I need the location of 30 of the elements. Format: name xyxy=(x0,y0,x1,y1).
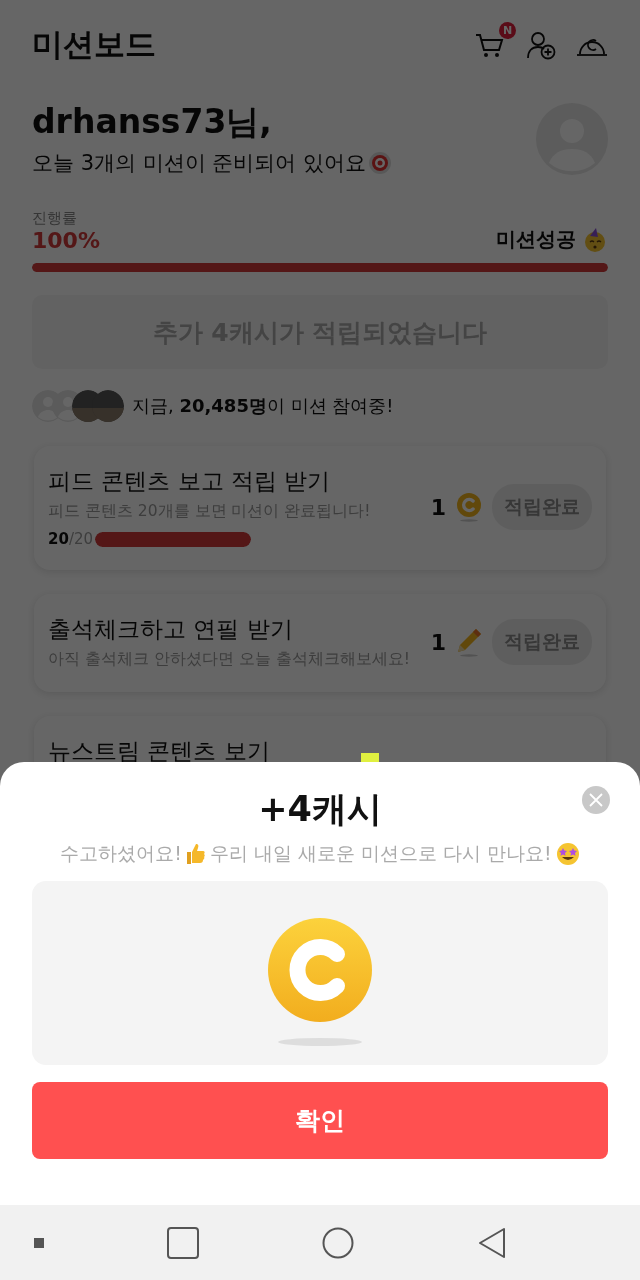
reward-amount: 1 xyxy=(430,629,446,655)
confirm-button[interactable]: 확인 xyxy=(32,1082,608,1159)
popup-message: 우리 내일 새로운 미션으로 다시 만나요! xyxy=(209,841,552,866)
page-title: 미션보드 xyxy=(32,25,156,64)
coin-icon xyxy=(265,918,375,1048)
party-face-icon xyxy=(582,226,608,253)
participant-avatar xyxy=(92,390,124,422)
home-button[interactable] xyxy=(322,1226,354,1259)
popup-message: 수고하셨어요! xyxy=(60,841,182,866)
target-icon xyxy=(368,151,393,175)
coin-icon xyxy=(456,492,482,522)
pencil-icon xyxy=(456,627,482,657)
new-badge: N xyxy=(499,22,516,39)
back-button[interactable] xyxy=(477,1226,507,1259)
reward-amount: 1 xyxy=(430,494,446,520)
participants-text: 지금, 20,485명이 미션 참여중! xyxy=(132,394,394,418)
mission-title: 뉴스트림 콘텐츠 보기 xyxy=(48,737,270,766)
mission-status: 미션성공 xyxy=(496,226,576,253)
mission-count-text: 오늘 3개의 미션이 준비되어 있어요 xyxy=(32,150,367,177)
add-friend-button[interactable] xyxy=(526,30,556,60)
recent-apps-button[interactable] xyxy=(167,1226,199,1259)
menu-button[interactable] xyxy=(34,1237,44,1248)
mission-title: 피드 콘텐츠 보고 적립 받기 xyxy=(48,467,332,496)
popup-title: +4캐시 xyxy=(258,788,382,831)
thumbs-up-icon xyxy=(185,843,206,865)
mission-title: 출석체크하고 연필 받기 xyxy=(48,615,294,644)
progress-value: 100% xyxy=(32,228,100,253)
user-greeting: drhanss73님, xyxy=(32,101,273,143)
star-eyes-face-icon xyxy=(555,842,580,866)
close-icon xyxy=(589,793,603,807)
